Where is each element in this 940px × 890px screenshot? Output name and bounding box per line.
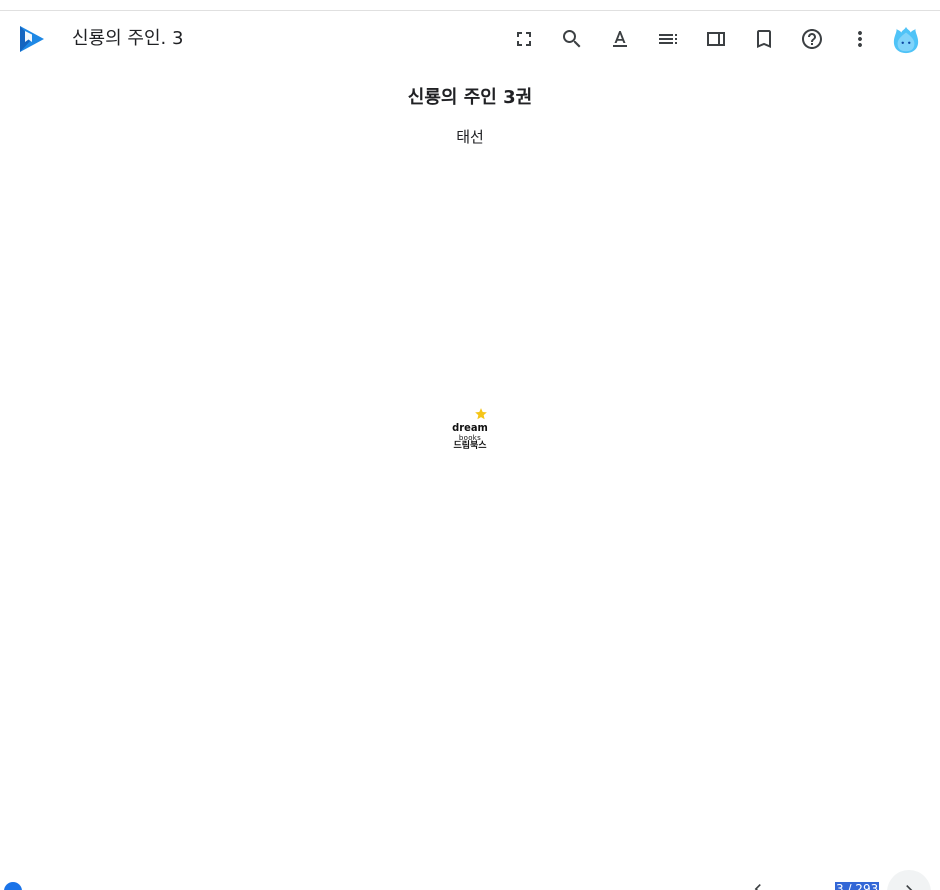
next-page-button[interactable] [887,870,931,890]
view-mode-icon [707,32,725,46]
more-options-button[interactable] [840,19,880,59]
table-of-contents-button[interactable] [648,19,688,59]
chevron-right-icon [906,885,913,890]
app-bar: 신룡의 주인. 3 [0,11,940,67]
page-indicator: 3 / 293 [835,882,880,890]
search-icon [563,30,581,48]
bookmark-button[interactable] [744,19,784,59]
text-format-button[interactable] [600,19,640,59]
previous-page-button[interactable] [748,879,768,890]
logo-text-dream: dream [452,421,488,434]
book-title: 신룡의 주인. 3 [72,28,184,49]
more-options-icon [858,31,862,47]
publisher-logo: dream books 드림북스 [448,407,492,455]
logo-star-icon [475,408,487,420]
table-of-contents-icon [659,34,677,44]
help-button[interactable] [792,19,832,59]
help-icon [802,29,822,49]
reader-footer: 3 / 293 [0,857,940,890]
view-mode-button[interactable] [696,19,736,59]
fullscreen-button[interactable] [504,19,544,59]
book-content[interactable]: 신룡의 주인 3권 태선 dream books 드림북스 [0,67,940,857]
account-avatar-icon[interactable] [886,20,926,60]
book-page-author: 태선 [456,128,484,146]
book-page-title: 신룡의 주인 3권 [407,87,533,108]
search-button[interactable] [552,19,592,59]
play-books-logo-icon[interactable] [16,23,48,55]
logo-text-korean: 드림북스 [453,441,487,451]
reader-page: 신룡의 주인. 3 신룡의 주인 3권 태선 dream books 드림북스 … [0,0,940,890]
bookmark-icon [757,30,771,48]
toolbar [500,19,930,59]
chevron-left-icon [754,884,761,890]
fullscreen-icon [517,32,531,46]
progress-slider-thumb[interactable] [4,882,22,890]
text-format-icon [613,31,627,47]
